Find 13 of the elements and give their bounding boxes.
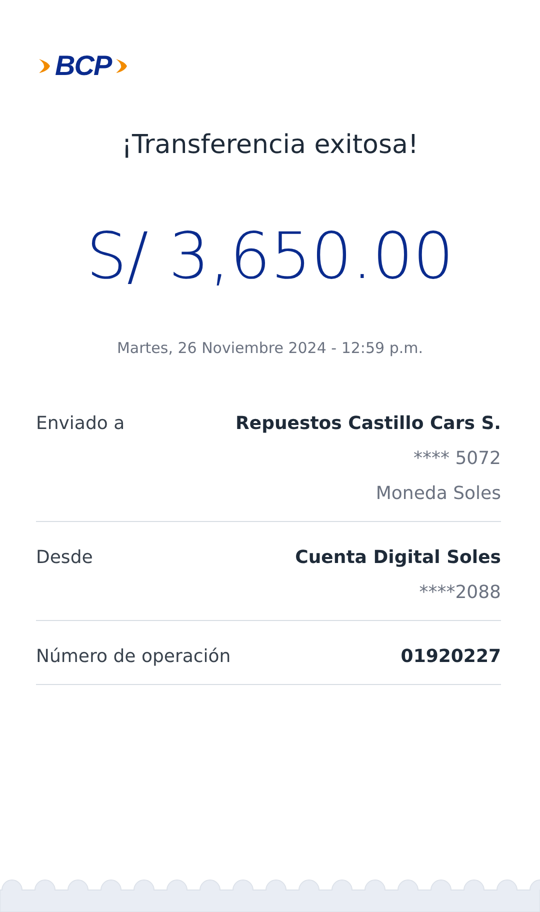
detail-value: Repuestos Castillo Cars S. <box>236 412 501 436</box>
detail-value: Cuenta Digital Soles <box>295 546 501 570</box>
amount: S/ 3,650.00 <box>85 225 455 289</box>
detail-value: **** 5072 <box>412 446 501 470</box>
detail-value: Moneda Soles <box>374 482 501 506</box>
detail-label: Número de operación <box>36 644 231 668</box>
logo-text: BCP <box>55 52 112 80</box>
detail-label: Desde <box>36 546 93 570</box>
detail-value: 01920227 <box>400 644 501 668</box>
detail-label: Enviado a <box>36 412 125 436</box>
detail-value: ****2088 <box>418 580 501 604</box>
date-time: Martes, 26 Noviembre 2024 - 12:59 p.m. <box>116 338 424 359</box>
success-title: ¡Transferencia exitosa! <box>120 129 420 162</box>
